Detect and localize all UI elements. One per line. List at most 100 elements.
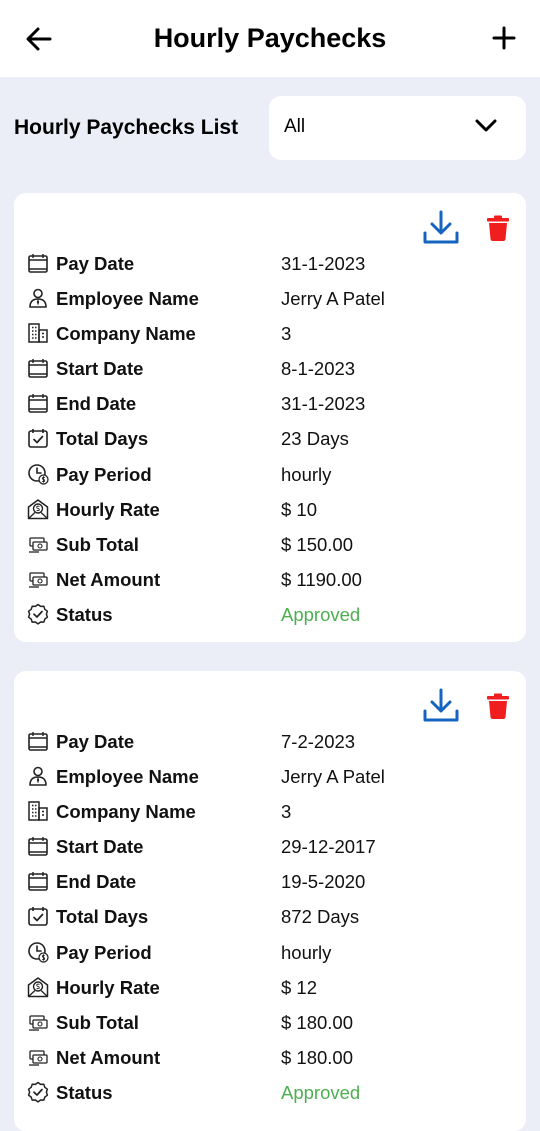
row-label: Pay Date (56, 731, 135, 752)
row-value: $ 1190.00 (281, 568, 362, 590)
calendar-icon (28, 872, 48, 892)
row-value: 7-2-2023 (281, 731, 356, 752)
row-label: Total Days (56, 428, 149, 450)
calendar-icon (28, 394, 48, 414)
row-hourly-rate: Hourly Rate $ 12 (14, 970, 526, 1005)
paycheck-card: Pay Date 31-1-2023 Employee Name Jerry A… (14, 193, 526, 642)
row-label: Employee Name (56, 288, 199, 310)
row-sub-total: Sub Total $ 180.00 (14, 1005, 526, 1040)
row-label: Pay Date (56, 253, 135, 274)
row-net-amount: Net Amount $ 180.00 (14, 1040, 526, 1075)
row-value: 29-12-2017 (281, 836, 376, 858)
row-value: hourly (281, 463, 332, 485)
clock-dollar-icon (28, 941, 49, 963)
cash-icon (29, 537, 48, 553)
building-icon (28, 323, 48, 343)
row-label: End Date (56, 871, 137, 893)
row-label: Hourly Rate (56, 976, 160, 998)
row-sub-total: Sub Total $ 150.00 (14, 527, 526, 562)
row-label: Employee Name (56, 766, 199, 788)
row-value: Jerry A Patel (281, 766, 385, 788)
page-title: Hourly Paychecks (153, 23, 387, 53)
row-label: Net Amount (56, 1046, 161, 1068)
row-end-date: End Date 31-1-2023 (14, 386, 526, 421)
filter-selected-value: All (284, 116, 306, 137)
row-pay-period: Pay Period hourly (14, 935, 526, 970)
row-employee-name: Employee Name Jerry A Patel (14, 281, 526, 316)
row-end-date: End Date 19-5-2020 (14, 864, 526, 899)
row-pay-period: Pay Period hourly (14, 457, 526, 492)
calendar-check-icon (28, 907, 48, 927)
add-paycheck-button[interactable] (490, 24, 518, 52)
download-button[interactable] (422, 687, 460, 725)
row-pay-date: Pay Date 7-2-2023 (14, 724, 526, 759)
plus-icon (492, 26, 516, 50)
row-value: $ 150.00 (281, 533, 354, 555)
calendar-check-icon (28, 429, 48, 449)
person-icon (29, 766, 47, 786)
row-label: Pay Period (56, 463, 152, 485)
row-label: Start Date (56, 358, 144, 380)
row-value: Jerry A Patel (281, 288, 385, 310)
filter-row: Hourly Paychecks List All (0, 96, 540, 160)
row-status: Status Approved (14, 1075, 526, 1110)
app-bar: Hourly Paychecks (0, 0, 540, 77)
row-label: Sub Total (56, 533, 139, 555)
download-icon (423, 210, 459, 244)
row-status: Status Approved (14, 597, 526, 632)
row-label: Start Date (56, 836, 144, 858)
row-value: 3 (281, 323, 292, 345)
row-company-name: Company Name 3 (14, 316, 526, 351)
row-label: Sub Total (56, 1011, 139, 1033)
row-label: Net Amount (56, 568, 161, 590)
row-value: 3 (281, 801, 292, 823)
person-icon (29, 288, 47, 308)
row-value: 31-1-2023 (281, 253, 366, 274)
row-pay-date: Pay Date 31-1-2023 (14, 246, 526, 281)
row-net-amount: Net Amount $ 1190.00 (14, 562, 526, 597)
download-icon (423, 688, 459, 722)
row-value: $ 180.00 (281, 1046, 354, 1068)
download-button[interactable] (422, 209, 460, 247)
clock-dollar-icon (28, 463, 49, 485)
cash-icon (29, 1015, 48, 1031)
list-title: Hourly Paychecks List (14, 116, 239, 139)
row-value: 23 Days (281, 428, 349, 450)
row-employee-name: Employee Name Jerry A Patel (14, 759, 526, 794)
row-label: End Date (56, 393, 137, 415)
row-value: $ 12 (281, 976, 318, 998)
row-hourly-rate: Hourly Rate $ 10 (14, 492, 526, 527)
cash-icon (29, 572, 48, 588)
status-value: Approved (281, 1081, 361, 1103)
trash-icon (487, 693, 509, 719)
row-total-days: Total Days 23 Days (14, 421, 526, 456)
money-badge-icon (27, 498, 49, 519)
building-icon (28, 801, 48, 821)
row-label: Company Name (56, 323, 196, 345)
calendar-icon (28, 837, 48, 857)
trash-icon (487, 215, 509, 241)
row-total-days: Total Days 872 Days (14, 899, 526, 934)
calendar-icon (28, 732, 48, 751)
status-value: Approved (281, 603, 361, 625)
paycheck-card: Pay Date 7-2-2023 Employee Name Jerry A … (14, 671, 526, 1131)
verified-badge-icon (27, 1081, 49, 1103)
row-start-date: Start Date 29-12-2017 (14, 829, 526, 864)
cash-icon (29, 1050, 48, 1066)
delete-button[interactable] (487, 215, 509, 241)
calendar-icon (28, 254, 48, 273)
row-value: 8-1-2023 (281, 358, 356, 380)
row-label: Company Name (56, 801, 196, 823)
verified-badge-icon (27, 603, 49, 625)
row-label: Status (56, 1081, 113, 1103)
filter-dropdown[interactable]: All (269, 96, 526, 160)
chevron-down-icon (475, 119, 497, 132)
delete-button[interactable] (487, 693, 509, 719)
row-value: hourly (281, 941, 332, 963)
row-company-name: Company Name 3 (14, 794, 526, 829)
row-label: Total Days (56, 906, 149, 928)
row-value: 872 Days (281, 906, 360, 928)
money-badge-icon (27, 976, 49, 997)
row-label: Status (56, 603, 113, 625)
row-value: $ 180.00 (281, 1011, 354, 1033)
